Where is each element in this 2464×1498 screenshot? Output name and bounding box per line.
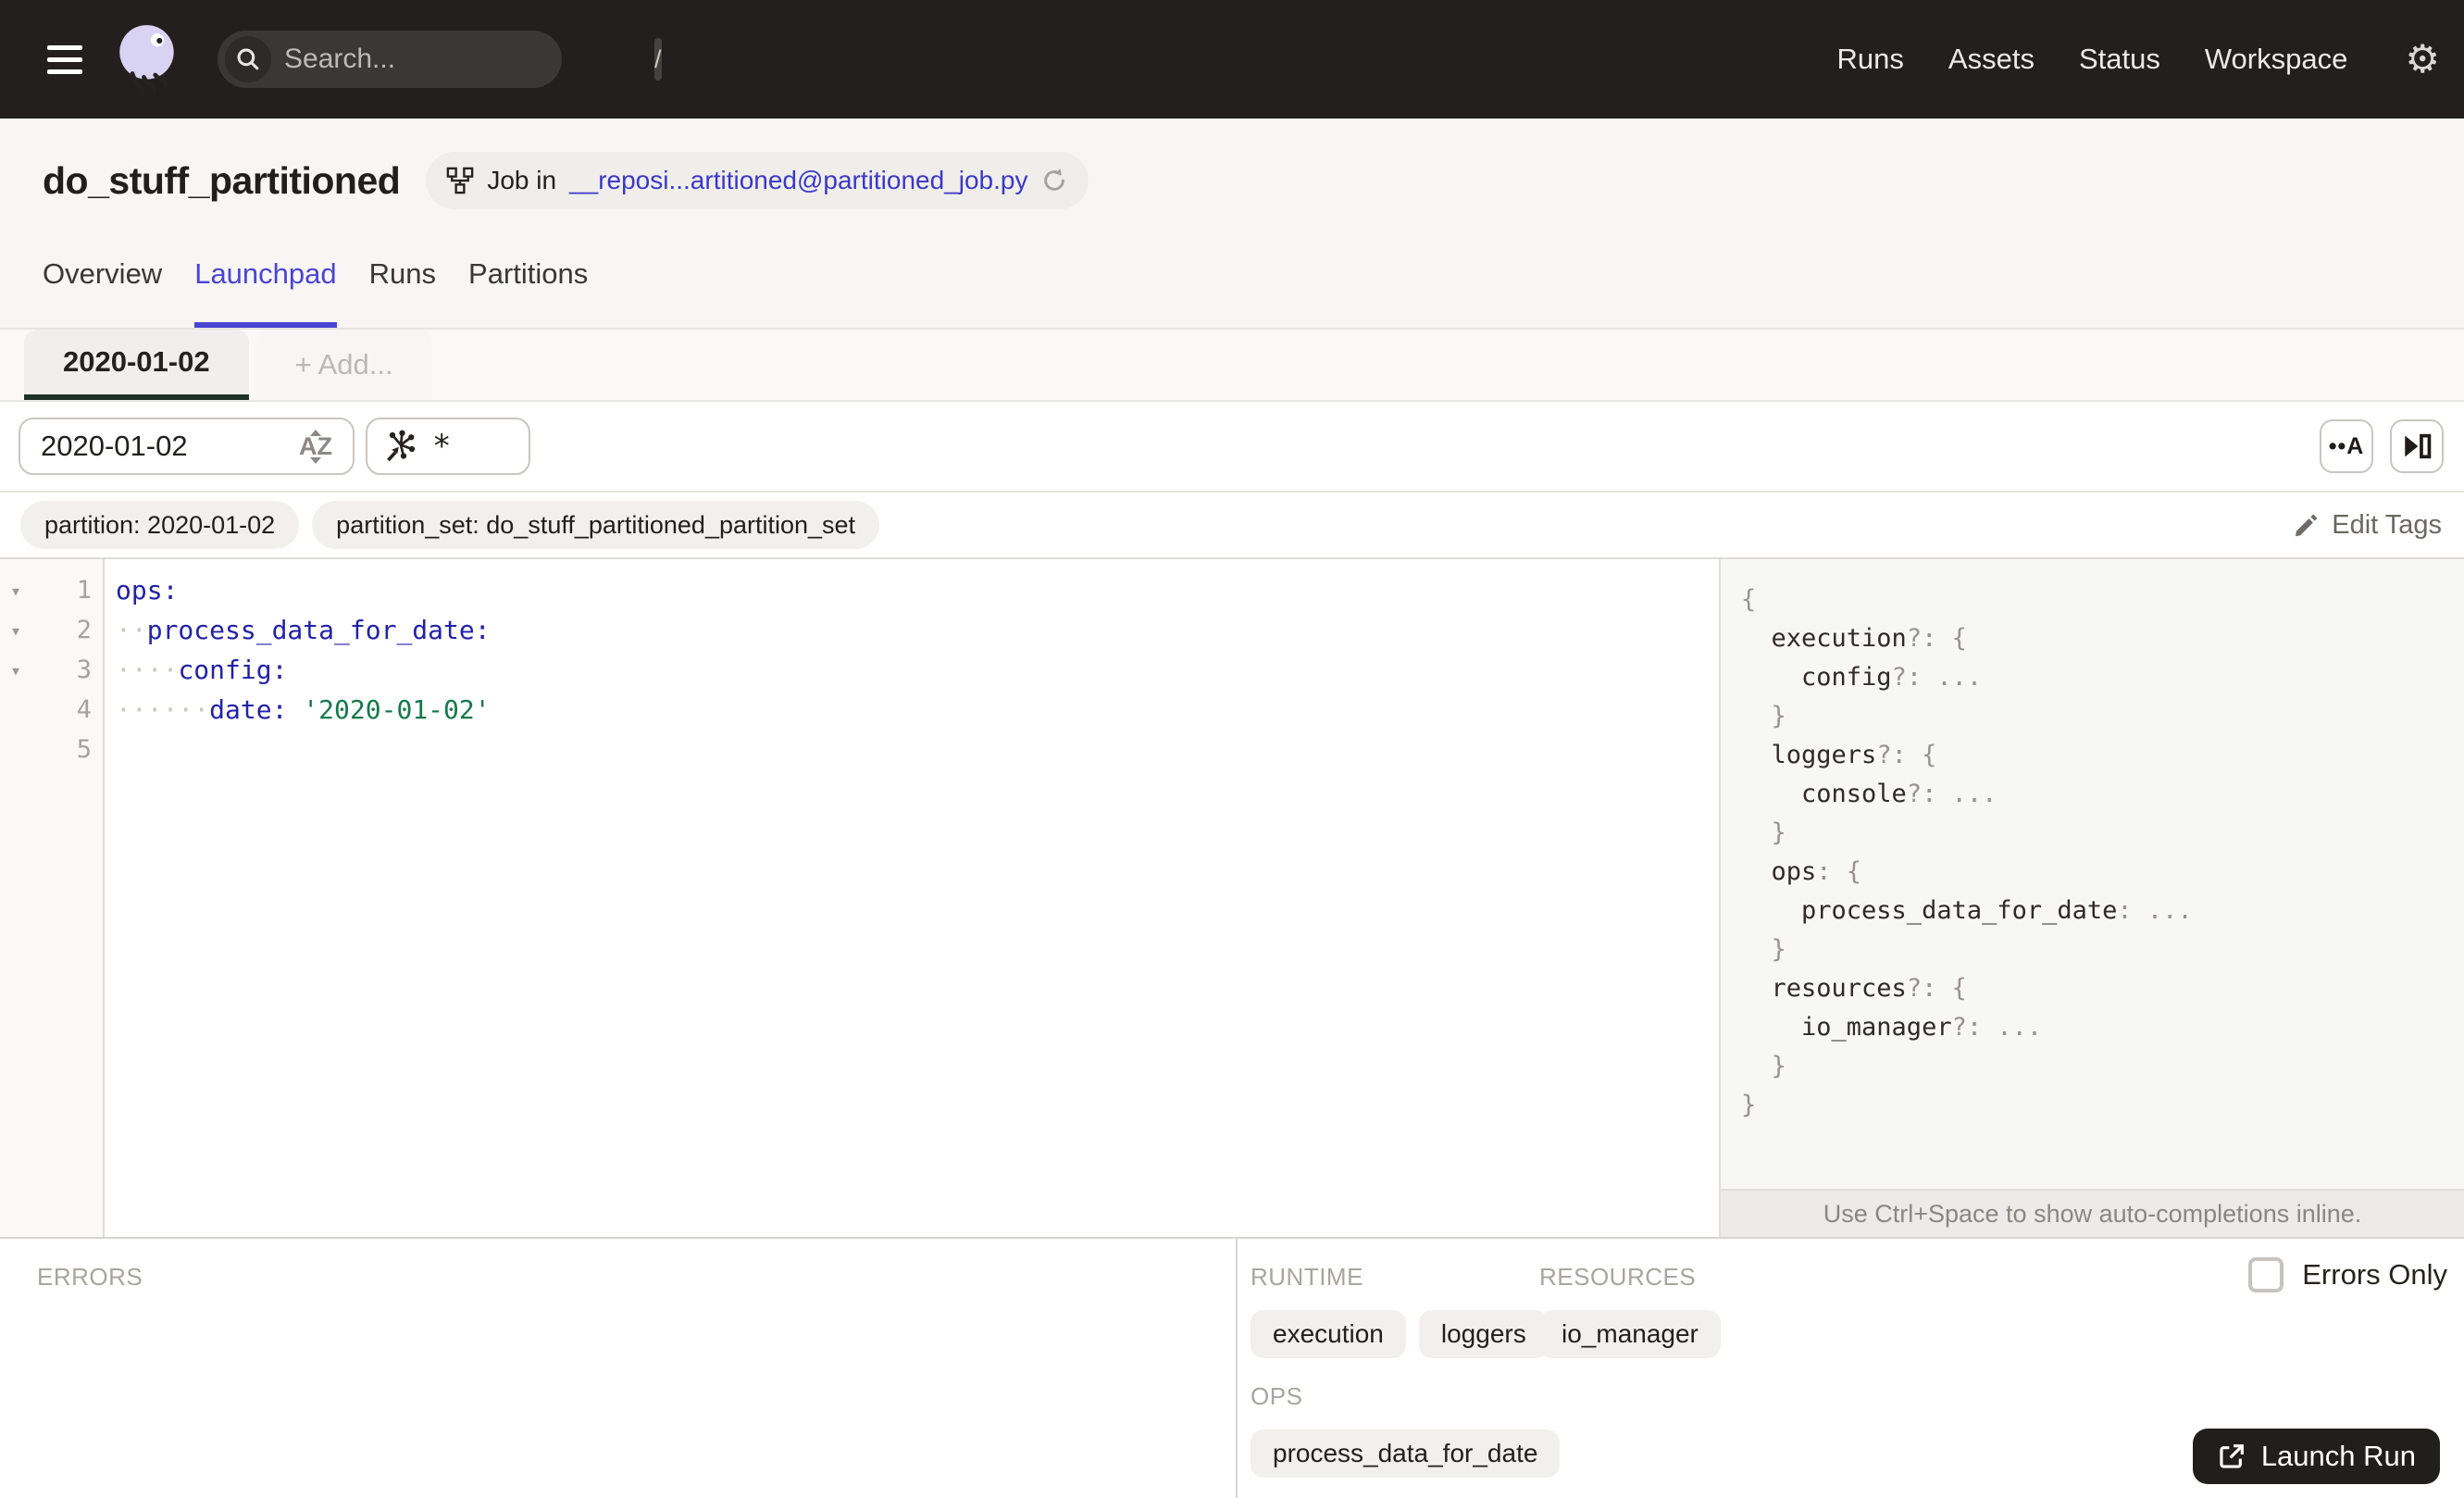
nav-item-assets[interactable]: Assets [1948, 43, 2035, 76]
schema-line: process_data_for_date: ... [1741, 895, 2193, 925]
play-panel-icon [2405, 433, 2432, 459]
search-icon [225, 36, 271, 82]
nav-item-status[interactable]: Status [2079, 43, 2160, 76]
job-tabs: Overview Launchpad Runs Partitions [43, 257, 588, 328]
errors-only-checkbox[interactable] [2248, 1257, 2284, 1292]
partition-select[interactable]: AZ [19, 418, 355, 475]
tags-row: partition: 2020-01-02 partition_set: do_… [0, 493, 2464, 559]
schema-line: console?: ... [1741, 779, 1997, 808]
op-selector[interactable]: * [366, 418, 530, 475]
config-schema-panel: { execution?: { config?: ... } loggers?:… [1719, 559, 2464, 1237]
autocomplete-toggle-button[interactable]: ••A [2320, 419, 2373, 473]
code-line: ·· process_data_for_date: [116, 615, 491, 645]
edit-tags-button[interactable]: Edit Tags [2293, 510, 2442, 541]
expand-panel-button[interactable] [2390, 419, 2444, 473]
dagster-logo-icon[interactable] [114, 22, 182, 96]
schema-line: } [1741, 1051, 1786, 1080]
line-number: 4 [76, 695, 92, 724]
schema-line: loggers?: { [1741, 740, 1937, 769]
config-tab-add[interactable]: + Add... [255, 330, 432, 400]
job-origin-badge: Job in __reposi...artitioned@partitioned… [426, 152, 1089, 209]
errors-only-label: Errors Only [2302, 1258, 2447, 1291]
schema-line: } [1741, 1090, 1757, 1119]
resources-label: RESOURCES [1539, 1263, 1697, 1291]
page-title: do_stuff_partitioned [43, 158, 401, 202]
code-line: ······ date: '2020-01-02' [116, 694, 491, 725]
resources-chip-io-manager[interactable]: io_manager [1539, 1310, 1721, 1358]
whitespace-a-icon: ••A [2328, 432, 2365, 459]
fold-arrow-icon[interactable]: ▾ [0, 619, 31, 642]
schema-line: execution?: { [1741, 623, 1967, 653]
op-graph-icon [387, 430, 416, 462]
op-selector-value: * [432, 428, 452, 465]
config-editor[interactable]: ops: ·· process_data_for_date: ···· config… [105, 559, 1719, 1237]
sort-az-icon: AZ [293, 429, 338, 464]
tab-overview[interactable]: Overview [43, 257, 162, 328]
runtime-chip-execution[interactable]: execution [1251, 1310, 1406, 1358]
reload-icon[interactable] [1040, 167, 1068, 194]
nav-links: Runs Assets Status Workspace ⚙ [1837, 40, 2440, 79]
top-navbar: / Runs Assets Status Workspace ⚙ [0, 0, 2464, 119]
editor-gutter: ▾ 1 ▾ 2 ▾ 3 4 5 [0, 559, 105, 1237]
launch-run-button[interactable]: Launch Run [2192, 1429, 2440, 1484]
nav-item-workspace[interactable]: Workspace [2205, 43, 2348, 76]
launch-run-label: Launch Run [2260, 1440, 2416, 1472]
runtime-chip-loggers[interactable]: loggers [1418, 1310, 1549, 1358]
tab-runs[interactable]: Runs [369, 257, 436, 328]
schema-line: } [1741, 818, 1786, 847]
errors-panel: ERRORS [0, 1239, 1238, 1498]
runtime-label: RUNTIME [1251, 1263, 1363, 1291]
tag-partition: partition: 2020-01-02 [20, 501, 300, 549]
schema-line: config?: ... [1741, 662, 1983, 692]
schema-line: io_manager?: ... [1741, 1012, 2043, 1042]
menu-icon[interactable] [47, 44, 82, 74]
ops-chip-process-data-for-date[interactable]: process_data_for_date [1251, 1429, 1561, 1478]
config-sections-panel: RUNTIME execution loggers RESOURCES io_m… [1238, 1239, 2464, 1498]
partition-select-input[interactable] [41, 430, 293, 463]
global-search: / [218, 31, 662, 88]
line-number: 5 [76, 735, 92, 764]
job-file-link[interactable]: __reposi...artitioned@partitioned_job.py [569, 166, 1027, 195]
fold-arrow-icon[interactable]: ▾ [0, 659, 31, 681]
page-header: do_stuff_partitioned Job in __reposi...a… [0, 119, 2464, 330]
config-session-tabs: 2020-01-02 + Add... [0, 330, 2464, 402]
code-line: ···· config: [116, 655, 288, 685]
launchpad-main: ▾ 1 ▾ 2 ▾ 3 4 5 ops: ·· process_data_for_dat… [0, 559, 2464, 1237]
edit-tags-label: Edit Tags [2332, 509, 2442, 540]
tab-launchpad[interactable]: Launchpad [194, 257, 338, 328]
line-number: 2 [76, 616, 92, 644]
code-line: ops: [116, 575, 179, 605]
errors-only-toggle[interactable]: Errors Only [2248, 1257, 2447, 1292]
job-badge-prefix: Job in [487, 166, 557, 194]
search-shortcut-badge: / [654, 38, 662, 81]
line-number: 1 [76, 576, 92, 605]
tab-partitions[interactable]: Partitions [468, 257, 588, 328]
schema-line: { [1741, 584, 1757, 614]
tag-partition-set: partition_set: do_stuff_partitioned_part… [312, 501, 880, 549]
errors-label: ERRORS [37, 1263, 143, 1291]
search-input[interactable] [271, 44, 654, 75]
launch-icon [2220, 1444, 2244, 1468]
schema-line: } [1741, 701, 1786, 730]
launchpad-toolbar: AZ * ••A [0, 402, 2464, 493]
settings-gear-icon[interactable]: ⚙ [2405, 40, 2440, 79]
job-graph-icon [447, 167, 474, 194]
schema-line: resources?: { [1741, 973, 1967, 1003]
schema-line: ops: { [1741, 856, 1862, 886]
line-number: 3 [76, 655, 92, 684]
bottom-panel: ERRORS RUNTIME execution loggers RESOURC… [0, 1237, 2464, 1498]
ops-label: OPS [1251, 1382, 1303, 1410]
schema-line: } [1741, 934, 1786, 964]
nav-item-runs[interactable]: Runs [1837, 43, 1904, 76]
fold-arrow-icon[interactable]: ▾ [0, 580, 31, 602]
autocomplete-hint: Use Ctrl+Space to show auto-completions … [1721, 1189, 2464, 1237]
config-tab-active[interactable]: 2020-01-02 [24, 330, 249, 400]
pencil-icon [2296, 514, 2318, 537]
